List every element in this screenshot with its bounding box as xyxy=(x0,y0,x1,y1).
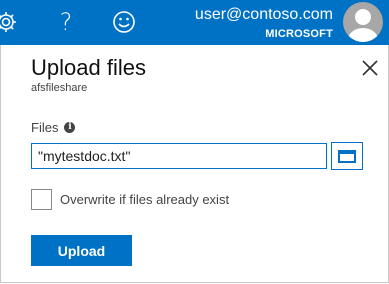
upload-files-page: ? user@contoso.com MICROSOFT Upload file… xyxy=(0,0,389,284)
folder-icon xyxy=(338,150,356,163)
upload-button[interactable]: Upload xyxy=(31,235,132,266)
overwrite-option[interactable]: Overwrite if files already exist xyxy=(31,189,229,210)
smiley-feedback-icon[interactable] xyxy=(110,8,138,36)
panel-subtitle: afsfileshare xyxy=(31,82,88,94)
overwrite-checkbox[interactable] xyxy=(31,189,52,210)
panel-title: Upload files xyxy=(31,55,146,80)
help-icon[interactable]: ? xyxy=(52,8,80,36)
user-organization: MICROSOFT xyxy=(265,28,333,40)
file-path-input[interactable]: "mytestdoc.txt" xyxy=(31,143,327,169)
avatar-placeholder-icon xyxy=(343,2,383,42)
account-info[interactable]: user@contoso.com MICROSOFT xyxy=(195,5,333,41)
upload-files-blade: Upload files afsfileshare Files i "mytes… xyxy=(0,45,389,283)
user-email: user@contoso.com xyxy=(194,6,333,23)
top-bar: ? user@contoso.com MICROSOFT xyxy=(0,0,389,45)
files-label-row: Files i xyxy=(31,120,76,135)
help-glyph: ? xyxy=(59,8,73,36)
close-icon[interactable] xyxy=(360,58,380,78)
info-icon[interactable]: i xyxy=(64,122,76,133)
browse-folder-button[interactable] xyxy=(331,142,363,170)
settings-gear-icon[interactable] xyxy=(0,8,20,36)
overwrite-label: Overwrite if files already exist xyxy=(60,192,230,207)
files-label: Files xyxy=(31,120,59,135)
avatar[interactable] xyxy=(341,0,386,45)
